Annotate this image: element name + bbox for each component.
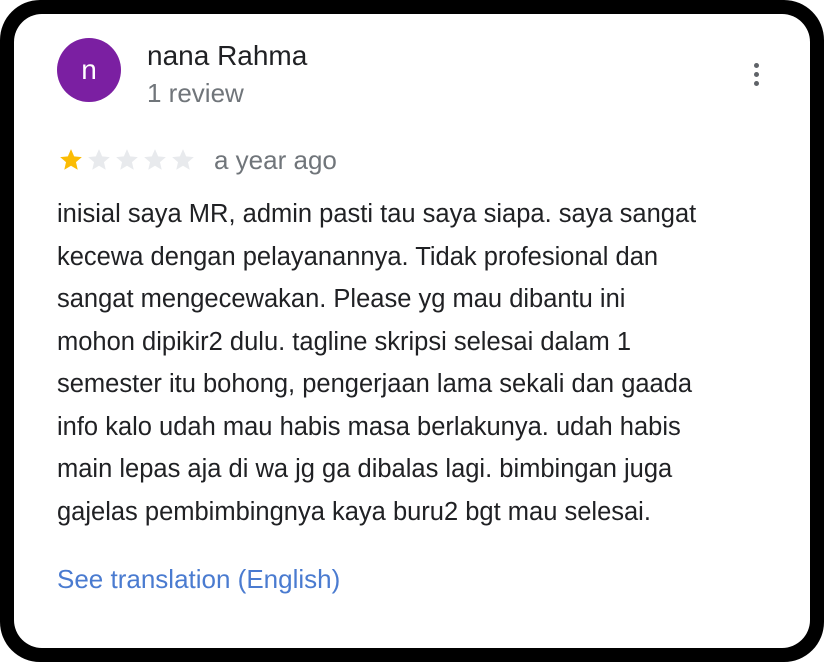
review-text-line: semester itu bohong, pengerjaan lama sek…: [57, 370, 693, 398]
review-text-line: kecewa dengan pelayanannya. Tidak profes…: [57, 242, 659, 271]
review-text-line: mohon dipikir2 dulu. tagline skripsi sel…: [57, 327, 632, 356]
star-empty-icon: [172, 149, 194, 170]
more-vert-icon: [753, 62, 759, 86]
reviewer-name[interactable]: nana Rahma: [147, 40, 307, 72]
review-text-line: inisial saya MR, admin pasti tau saya si…: [57, 200, 697, 228]
star-rating: [58, 147, 196, 173]
see-translation-link[interactable]: See translation (English): [57, 564, 340, 595]
review-text-line: info kalo udah mau habis masa berlakunya…: [57, 412, 681, 441]
avatar[interactable]: n: [57, 38, 121, 102]
star-empty-icon: [88, 149, 110, 170]
star-empty-icon: [116, 149, 138, 170]
review-count[interactable]: 1 review: [147, 78, 244, 109]
review-text: inisial saya MR, admin pasti tau saya si…: [57, 193, 777, 533]
review-text-line: gajelas pembimbingnya kaya buru2 bgt mau…: [57, 497, 651, 526]
review-text-line: main lepas aja di wa jg ga dibalas lagi.…: [57, 455, 673, 483]
rating-row: a year ago: [58, 142, 337, 178]
review-time: a year ago: [214, 144, 337, 175]
star-empty-icon: [144, 149, 166, 170]
review-card: n nana Rahma 1 review a year ago inisial…: [14, 14, 810, 648]
star-filled-icon: [60, 149, 82, 170]
review-text-line: sangat mengecewakan. Please yg mau diban…: [57, 285, 626, 313]
screenshot-frame: n nana Rahma 1 review a year ago inisial…: [0, 0, 824, 662]
more-options-button[interactable]: [742, 56, 770, 92]
